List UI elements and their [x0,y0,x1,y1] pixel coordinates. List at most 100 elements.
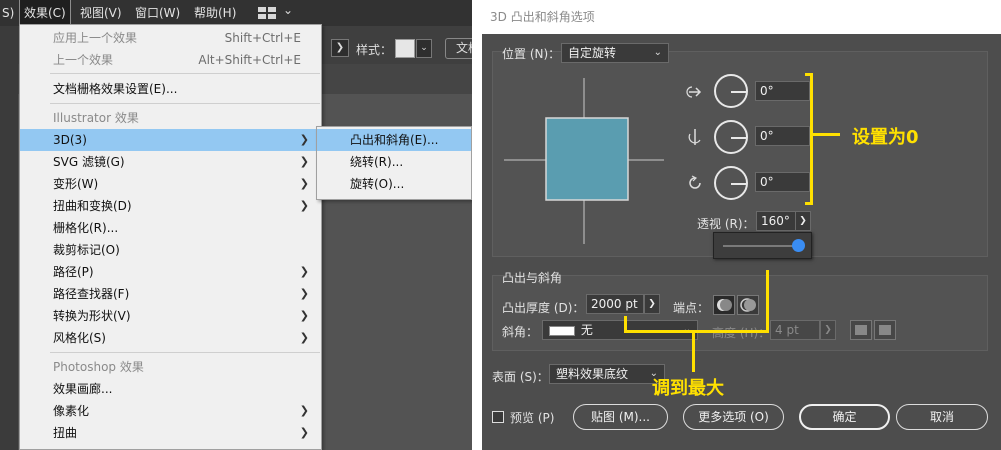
rotate-y-field[interactable]: 0° [755,126,810,146]
menu-item-apply-last-effect: 应用上一个效果 Shift+Ctrl+E [53,31,301,45]
menu-select[interactable]: S) [0,0,18,26]
slider-knob[interactable] [792,239,805,252]
menu-item-distort-transform[interactable]: 扭曲和变换(D) ❯ [20,195,321,217]
rotate-y-dial[interactable] [714,120,748,154]
extrude-section-label: 凸出与斜角 [502,271,563,285]
map-button[interactable]: 贴图 (M)... [573,404,668,430]
menu-help[interactable]: 帮助(H) [190,0,240,26]
extrude-bevel-dialog: 3D 凸出和斜角选项 位置 (N)： 自定旋转 ⌄ 0° 0° 0° 透视 (R… [482,0,1001,450]
surface-label: 表面 (S)： [492,370,549,384]
menu-separator [50,103,320,104]
perspective-label: 透视 (R)： [697,217,755,231]
rotate-x-field[interactable]: 0° [755,81,810,101]
menu-item-path[interactable]: 路径(P) ❯ [20,261,321,283]
rotate-z-field[interactable]: 0° [755,172,810,192]
position-label: 位置 (N)： [502,47,561,61]
chevron-right-icon: ❯ [299,133,309,146]
menu-item-warp[interactable]: 变形(W) ❯ [20,173,321,195]
extrude-depth-label: 凸出厚度 (D)： [502,301,585,315]
tools-panel [0,26,18,450]
chevron-right-icon: ❯ [299,309,309,322]
menu-item-convert-to-shape[interactable]: 转换为形状(V) ❯ [20,305,321,327]
annotation-set-zero: 设置为0 [852,127,919,148]
style-label: 样式： [356,43,393,57]
menu-window[interactable]: 窗口(W) [131,0,184,26]
cube-face [545,117,629,201]
height-field[interactable]: 4 pt [770,320,820,340]
style-swatch[interactable] [395,39,415,58]
menu-separator [50,73,320,74]
chevron-right-icon[interactable]: ❯ [795,211,811,231]
preview-label: 预览 (P) [510,411,555,425]
style-dropdown-icon[interactable]: ⌄ [416,39,432,58]
annotation-line [624,330,769,333]
cancel-button[interactable]: 取消 [896,404,988,430]
rotate-z-icon [686,174,704,192]
menu-view[interactable]: 视图(V) [76,0,126,26]
menu-item-pixelate[interactable]: 像素化 ❯ [20,400,321,422]
slider-track [723,245,795,247]
chevron-right-icon: ❯ [299,287,309,300]
chevron-right-icon: ❯ [299,265,309,278]
menu-item-pathfinder[interactable]: 路径查找器(F) ❯ [20,283,321,305]
menu-item-svg-filters[interactable]: SVG 滤镜(G) ❯ [20,151,321,173]
effect-menu: 应用上一个效果 Shift+Ctrl+E 上一个效果 Alt+Shift+Ctr… [19,24,322,450]
position-select[interactable]: 自定旋转 ⌄ [561,43,669,63]
chevron-right-icon: ❯ [299,426,309,439]
preview-checkbox[interactable] [492,411,504,423]
cap-label: 端点： [673,301,710,315]
chevron-right-icon: ❯ [299,177,309,190]
menu-item-3d[interactable]: 3D(3) ❯ [20,129,321,151]
bevel-out-icon[interactable] [850,320,872,340]
more-options-button[interactable]: 更多选项 (O) [683,404,784,430]
menu-header-photoshop: Photoshop 效果 [53,360,144,374]
rotate-y-icon [686,128,704,146]
rotate-x-icon [686,84,704,100]
chevron-right-icon: ❯ [299,404,309,417]
menu-effect[interactable]: 效果(C) [19,0,71,27]
submenu-item-extrude-bevel[interactable]: 凸出和斜角(E)... [317,129,471,151]
chevron-down-icon[interactable]: ⌄ [283,3,293,17]
annotation-line [766,270,769,332]
annotation-line [692,330,695,372]
chevron-right-icon: ❯ [299,331,309,344]
menu-item-stylize[interactable]: 风格化(S) ❯ [20,327,321,349]
submenu-item-rotate[interactable]: 旋转(O)... [317,173,471,195]
menu-item-raster-settings[interactable]: 文档栅格效果设置(E)... [20,78,321,100]
illustrator-window: S) 效果(C) 视图(V) 窗口(W) 帮助(H) ⌄ ❯ 样式： ⌄ 文档 … [0,0,472,450]
perspective-slider[interactable] [713,232,812,259]
menu-item-last-effect: 上一个效果 Alt+Shift+Ctrl+E [53,53,301,67]
cap-on-icon[interactable] [713,295,735,315]
chevron-right-icon: ❯ [299,199,309,212]
surface-select[interactable]: 塑料效果底纹 ⌄ [549,364,665,384]
cap-off-icon[interactable] [737,295,759,315]
cube-preview[interactable] [504,78,664,244]
chevron-right-icon[interactable]: ❯ [644,294,660,314]
rotate-z-dial[interactable] [714,166,748,200]
workspace-grid-icon[interactable] [258,7,276,19]
submenu-item-revolve[interactable]: 绕转(R)... [317,151,471,173]
menu-header-illustrator: Illustrator 效果 [53,111,139,125]
menu-bar: S) 效果(C) 视图(V) 窗口(W) 帮助(H) ⌄ [0,0,472,27]
annotation-line [624,316,627,332]
chevron-right-icon[interactable]: ❯ [331,39,349,57]
extrude-depth-field[interactable]: 2000 pt [586,294,644,314]
dialog-title: 3D 凸出和斜角选项 [482,0,1001,34]
menu-separator [50,352,320,353]
bevel-in-icon[interactable] [874,320,896,340]
document-setup-button[interactable]: 文档 [445,38,472,59]
annotation-bracket [810,73,813,205]
menu-item-distort[interactable]: 扭曲 ❯ [20,422,321,444]
bevel-swatch [549,325,575,336]
chevron-down-icon: ⌄ [653,47,662,58]
annotation-line [813,133,840,136]
annotation-bracket [805,202,813,205]
perspective-field[interactable]: 160° [756,211,796,231]
menu-item-crop-marks[interactable]: 裁剪标记(O) [20,239,321,261]
annotation-max-out: 调到最大 [652,378,724,399]
menu-item-effect-gallery[interactable]: 效果画廊... [20,378,321,400]
chevron-right-icon[interactable]: ❯ [820,320,836,340]
menu-item-rasterize[interactable]: 栅格化(R)... [20,217,321,239]
rotate-x-dial[interactable] [714,74,748,108]
ok-button[interactable]: 确定 [799,404,890,430]
